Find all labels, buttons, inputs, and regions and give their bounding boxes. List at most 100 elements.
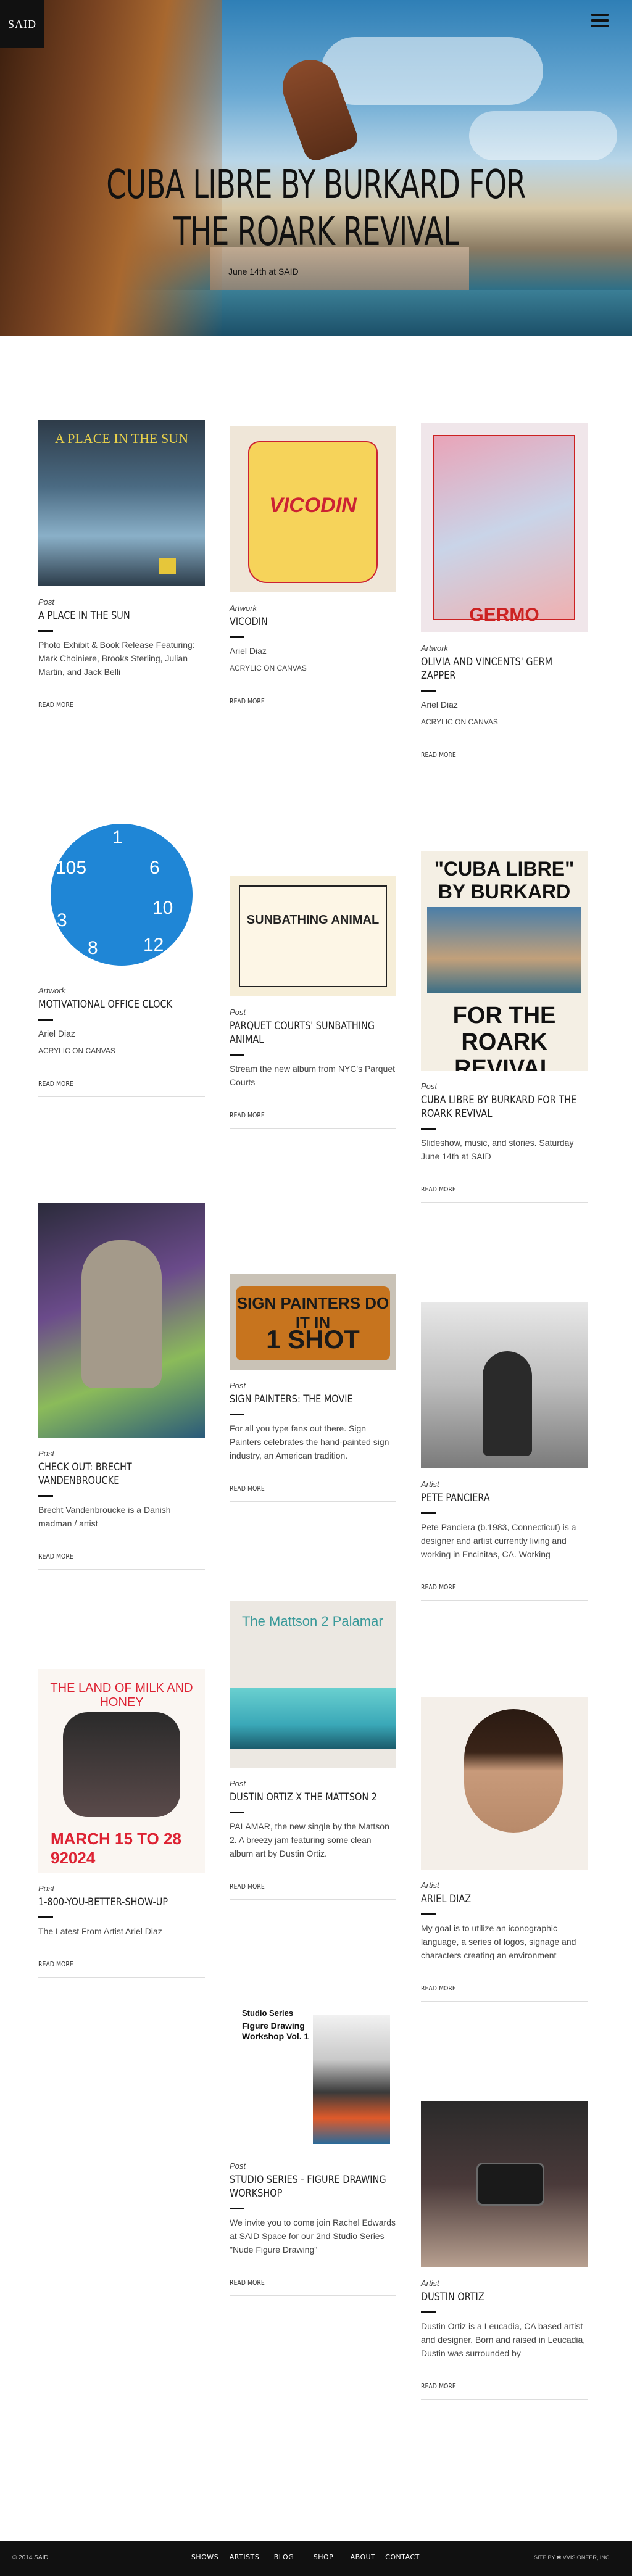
- footer-nav-contact[interactable]: CONTACT: [383, 2553, 422, 2561]
- thumbnail-caption: THE LAND OF MILK AND HONEY: [50, 1681, 193, 1709]
- card-parquet-courts[interactable]: SUNBATHING ANIMAL Post PARQUET COURTS' S…: [230, 876, 396, 1129]
- card-description: Slideshow, music, and stories. Saturday …: [421, 1138, 574, 1161]
- read-more-link[interactable]: READ MORE: [38, 1960, 205, 1978]
- card-medium: ACRYLIC ON CANVAS: [421, 718, 498, 726]
- card-mattson-2[interactable]: The Mattson 2 Palamar Post DUSTIN ORTIZ …: [230, 1601, 396, 1900]
- card-thumbnail[interactable]: 1 105 6 10 3 8 12: [38, 824, 205, 975]
- hero-cloud: [469, 111, 617, 160]
- card-title[interactable]: STUDIO SERIES - FIGURE DRAWING WORKSHOP: [230, 2173, 393, 2200]
- card-thumbnail[interactable]: THE LAND OF MILK AND HONEY MARCH 15 TO 2…: [38, 1669, 205, 1873]
- divider: [230, 1812, 244, 1813]
- card-vicodin[interactable]: VICODIN Artwork VICODIN Ariel Diaz ACRYL…: [230, 426, 396, 714]
- hamburger-menu-icon[interactable]: [591, 14, 609, 28]
- read-more-link[interactable]: READ MORE: [230, 697, 396, 714]
- read-more-link[interactable]: READ MORE: [38, 1552, 205, 1570]
- read-more-link[interactable]: READ MORE: [421, 2382, 588, 2400]
- card-description: Pete Panciera (b.1983, Connecticut) is a…: [421, 1522, 576, 1559]
- card-germ-zapper[interactable]: GERMO Artwork OLIVIA AND VINCENTS' GERM …: [421, 423, 588, 768]
- hero-banner[interactable]: CUBA LIBRE BY BURKARD FOR THE ROARK REVI…: [0, 0, 632, 336]
- read-more-link[interactable]: READ MORE: [38, 1080, 205, 1097]
- card-sign-painters[interactable]: SIGN PAINTERS DO IT IN 1 SHOT Post SIGN …: [230, 1274, 396, 1502]
- card-office-clock[interactable]: 1 105 6 10 3 8 12 Artwork MOTIVATIONAL O…: [38, 824, 205, 1097]
- read-more-link[interactable]: READ MORE: [38, 701, 205, 718]
- card-cuba-libre[interactable]: "CUBA LIBRE" BY BURKARD FOR THE ROARK RE…: [421, 851, 588, 1203]
- card-thumbnail[interactable]: [421, 2101, 588, 2267]
- read-more-link[interactable]: READ MORE: [421, 1185, 588, 1203]
- card-1-800[interactable]: THE LAND OF MILK AND HONEY MARCH 15 TO 2…: [38, 1669, 205, 1978]
- card-title[interactable]: DUSTIN ORTIZ X THE MATTSON 2: [230, 1791, 393, 1804]
- card-thumbnail[interactable]: VICODIN: [230, 426, 396, 592]
- card-thumbnail[interactable]: [421, 1697, 588, 1870]
- card-ariel-diaz[interactable]: Artist ARIEL DIAZ My goal is to utilize …: [421, 1697, 588, 2002]
- thumbnail-figure: [483, 1351, 532, 1456]
- hero-cloud: [321, 37, 543, 105]
- card-title[interactable]: MOTIVATIONAL OFFICE CLOCK: [38, 998, 201, 1011]
- card-title[interactable]: PETE PANCIERA: [421, 1491, 584, 1505]
- read-more-link[interactable]: READ MORE: [421, 1984, 588, 2002]
- thumbnail-figure: [63, 1712, 180, 1817]
- footer-nav-about[interactable]: ABOUT: [343, 2553, 383, 2561]
- card-title[interactable]: SIGN PAINTERS: THE MOVIE: [230, 1393, 393, 1406]
- card-category: Post: [230, 2161, 246, 2171]
- thumbnail-decor: [159, 558, 176, 574]
- card-title[interactable]: DUSTIN ORTIZ: [421, 2290, 584, 2304]
- thumbnail-portrait: [464, 1709, 563, 1833]
- read-more-link[interactable]: READ MORE: [421, 751, 588, 768]
- card-pete-panciera[interactable]: Artist PETE PANCIERA Pete Panciera (b.19…: [421, 1302, 588, 1601]
- footer-nav: SHOWS ARTISTS BLOG SHOP ABOUT CONTACT: [185, 2553, 422, 2561]
- card-description: The Latest From Artist Ariel Diaz: [38, 1926, 162, 1936]
- card-thumbnail[interactable]: [421, 1302, 588, 1468]
- card-title[interactable]: PARQUET COURTS' SUNBATHING ANIMAL: [230, 1019, 393, 1046]
- card-description: For all you type fans out there. Sign Pa…: [230, 1423, 389, 1460]
- card-description: PALAMAR, the new single by the Mattson 2…: [230, 1821, 389, 1858]
- thumbnail-caption: SUNBATHING ANIMAL: [246, 913, 380, 927]
- card-title[interactable]: 1-800-YOU-BETTER-SHOW-UP: [38, 1895, 201, 1909]
- card-description: My goal is to utilize an iconographic la…: [421, 1923, 576, 1960]
- card-figure-drawing[interactable]: Studio Series Figure Drawing Workshop Vo…: [230, 2002, 396, 2296]
- read-more-link[interactable]: READ MORE: [230, 1882, 396, 1900]
- card-category: Post: [38, 1449, 55, 1458]
- card-brecht[interactable]: Post CHECK OUT: BRECHT VANDENBROUCKE Bre…: [38, 1203, 205, 1570]
- divider: [230, 1054, 244, 1056]
- card-thumbnail[interactable]: SIGN PAINTERS DO IT IN 1 SHOT: [230, 1274, 396, 1370]
- card-thumbnail[interactable]: "CUBA LIBRE" BY BURKARD FOR THE ROARK RE…: [421, 851, 588, 1071]
- card-description: Dustin Ortiz is a Leucadia, CA based art…: [421, 2321, 586, 2358]
- card-thumbnail[interactable]: SUNBATHING ANIMAL: [230, 876, 396, 996]
- thumbnail-figure: [81, 1240, 162, 1388]
- card-thumbnail[interactable]: The Mattson 2 Palamar: [230, 1601, 396, 1768]
- card-category: Post: [38, 597, 55, 607]
- footer-nav-shop[interactable]: SHOP: [304, 2553, 343, 2561]
- copyright: © 2014 SAID: [12, 2554, 49, 2561]
- card-title[interactable]: CHECK OUT: BRECHT VANDENBROUCKE: [38, 1460, 201, 1488]
- card-title[interactable]: ARIEL DIAZ: [421, 1892, 584, 1906]
- card-category: Artwork: [38, 986, 66, 995]
- card-dustin-ortiz[interactable]: Artist DUSTIN ORTIZ Dustin Ortiz is a Le…: [421, 2101, 588, 2400]
- card-title[interactable]: OLIVIA AND VINCENTS' GERM ZAPPER: [421, 655, 584, 682]
- site-credit[interactable]: SITE BY ✱ VVISIONEER, INC.: [534, 2554, 611, 2561]
- footer-nav-artists[interactable]: ARTISTS: [225, 2553, 264, 2561]
- card-title[interactable]: VICODIN: [230, 615, 393, 629]
- card-title[interactable]: A PLACE IN THE SUN: [38, 609, 201, 623]
- card-medium: ACRYLIC ON CANVAS: [230, 664, 307, 673]
- hero-title[interactable]: CUBA LIBRE BY BURKARD FOR THE ROARK REVI…: [98, 162, 534, 255]
- thumbnail-art: [433, 435, 575, 620]
- card-thumbnail[interactable]: A PLACE IN THE SUN: [38, 420, 205, 586]
- card-thumbnail[interactable]: GERMO: [421, 423, 588, 632]
- card-a-place-in-the-sun[interactable]: A PLACE IN THE SUN Post A PLACE IN THE S…: [38, 420, 205, 718]
- card-thumbnail[interactable]: Studio Series Figure Drawing Workshop Vo…: [230, 2002, 396, 2150]
- read-more-link[interactable]: READ MORE: [230, 2279, 396, 2296]
- footer-nav-shows[interactable]: SHOWS: [185, 2553, 225, 2561]
- hero-subtitle: June 14th at SAID: [228, 267, 299, 276]
- read-more-link[interactable]: READ MORE: [230, 1485, 396, 1502]
- read-more-link[interactable]: READ MORE: [230, 1111, 396, 1129]
- divider: [38, 1495, 53, 1497]
- thumbnail-art: [313, 2015, 390, 2144]
- footer-nav-blog[interactable]: BLOG: [264, 2553, 304, 2561]
- thumbnail-caption: "CUBA LIBRE" BY BURKARD: [434, 858, 575, 903]
- card-thumbnail[interactable]: [38, 1203, 205, 1438]
- site-logo[interactable]: SAID: [0, 0, 44, 48]
- read-more-link[interactable]: READ MORE: [421, 1583, 588, 1601]
- card-title[interactable]: CUBA LIBRE BY BURKARD FOR THE ROARK REVI…: [421, 1093, 584, 1120]
- thumbnail-caption: A PLACE IN THE SUN: [55, 431, 188, 446]
- thumbnail-frame: [239, 885, 387, 987]
